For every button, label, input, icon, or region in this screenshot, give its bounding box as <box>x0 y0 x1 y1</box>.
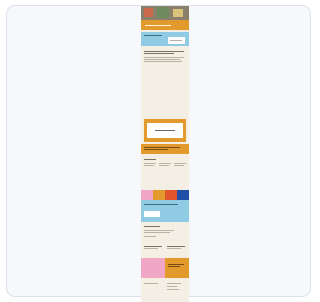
footer-orange-panel <box>165 258 189 278</box>
promo-form[interactable] <box>168 37 185 44</box>
promo-banner <box>141 32 189 46</box>
modal-dialog[interactable] <box>147 123 183 138</box>
info-section <box>141 200 189 222</box>
footer-pink-panel <box>141 258 165 278</box>
page-thumbnail[interactable] <box>141 6 189 302</box>
info-button[interactable] <box>144 211 160 217</box>
site-header <box>141 20 189 30</box>
color-swatches <box>141 190 189 200</box>
hero-photo <box>141 6 189 20</box>
text-block <box>141 225 189 241</box>
modal-frame <box>144 119 186 142</box>
site-footer <box>141 280 189 302</box>
feature-columns <box>141 158 189 178</box>
two-column-links[interactable] <box>141 244 189 252</box>
article-intro <box>141 49 189 65</box>
swatch-orange <box>153 190 165 200</box>
footer-promo <box>141 258 189 278</box>
cta-banner[interactable] <box>141 144 189 154</box>
swatch-pink <box>141 190 153 200</box>
swatch-blue <box>177 190 189 200</box>
swatch-red <box>165 190 177 200</box>
